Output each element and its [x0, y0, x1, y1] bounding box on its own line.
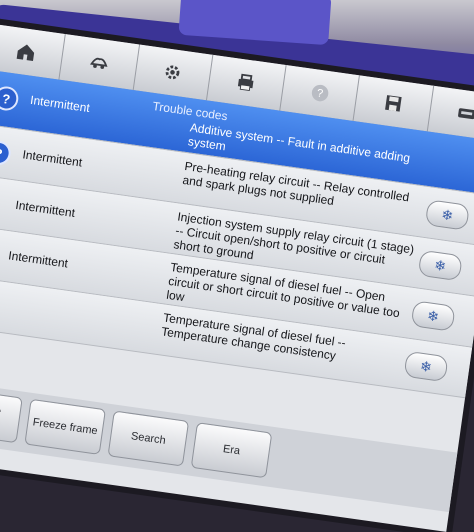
bottom-action-bar: Service manual Freeze frame Search Era — [0, 380, 458, 513]
code-status: Intermittent — [14, 197, 76, 221]
help-icon: ? — [311, 84, 329, 102]
print-icon — [238, 73, 254, 92]
info-icon[interactable]: ? — [0, 84, 20, 113]
home-icon — [16, 44, 34, 62]
code-status: Intermittent — [7, 248, 69, 271]
save-icon — [385, 95, 402, 112]
freeze-frame-snowflake-button[interactable]: ❄ — [410, 300, 456, 332]
code-status: Intermittent — [21, 147, 84, 170]
info-icon[interactable]: ? — [0, 139, 13, 167]
freeze-frame-button[interactable]: Freeze frame — [24, 398, 106, 455]
settings-icon — [165, 65, 180, 80]
freeze-frame-snowflake-button[interactable]: ❄ — [417, 249, 463, 282]
diagnostic-screen: ? Trouble codes ? Intermittent Additive … — [0, 23, 474, 532]
vehicle-icon — [89, 57, 108, 69]
freeze-frame-snowflake-button[interactable]: ❄ — [403, 350, 449, 383]
service-manual-button[interactable]: Service manual — [0, 387, 23, 444]
home-button[interactable] — [0, 23, 67, 80]
code-status: Intermittent — [29, 92, 91, 116]
freeze-frame-snowflake-button[interactable]: ❄ — [424, 199, 470, 231]
search-button[interactable]: Search — [107, 410, 190, 467]
recorder-icon — [458, 108, 474, 120]
erase-button[interactable]: Era — [190, 422, 273, 479]
